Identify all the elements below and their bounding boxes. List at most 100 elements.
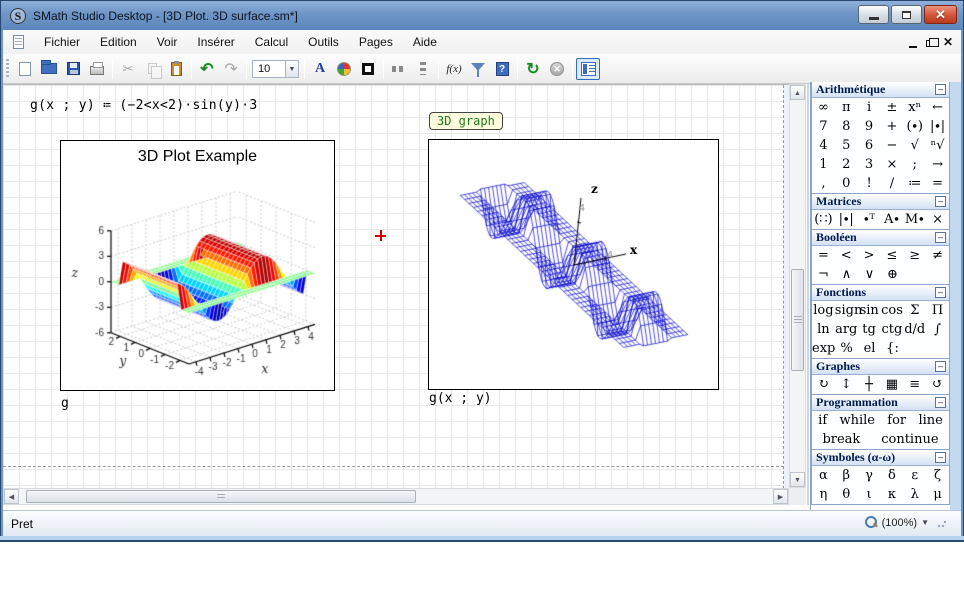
minimize-button[interactable] <box>858 5 889 24</box>
background-color-button[interactable] <box>332 58 356 80</box>
insert-function-button[interactable]: f(x) <box>442 58 466 80</box>
palette-symbol[interactable]: 7 <box>812 119 835 134</box>
palette-symbol[interactable]: / <box>880 176 903 191</box>
palette-symbol[interactable]: ∞ <box>812 100 835 115</box>
palette-symbol[interactable]: ; <box>903 157 926 172</box>
palette-symbol[interactable]: = <box>812 248 835 263</box>
reference-book-button[interactable]: ? <box>490 58 514 80</box>
palette-symbol[interactable]: {: <box>881 341 904 356</box>
plot2-caption[interactable]: g(x ; y) <box>429 391 492 406</box>
child-restore-icon[interactable] <box>926 40 934 47</box>
resize-grip[interactable] <box>937 518 947 528</box>
plot1-caption[interactable]: g <box>61 396 69 411</box>
restore-button[interactable] <box>891 5 922 24</box>
palette-symbol[interactable]: ← <box>926 100 949 115</box>
font-size-dropdown-icon[interactable]: ▼ <box>286 60 299 78</box>
collapse-panel-button[interactable] <box>935 361 946 372</box>
3d-graph-region[interactable]: zx44 <box>428 139 719 390</box>
palette-symbol[interactable]: sin <box>858 303 881 318</box>
palette-symbol[interactable]: 9 <box>858 119 881 134</box>
redo-button[interactable]: ↷ <box>219 58 243 80</box>
zoom-level[interactable]: (100%) <box>882 517 917 529</box>
zoom-dropdown-icon[interactable]: ▼ <box>921 518 929 527</box>
palette-symbol[interactable]: sign <box>835 303 858 318</box>
palette-symbol[interactable]: 1 <box>812 157 835 172</box>
palette-symbol[interactable]: λ <box>903 487 926 502</box>
palette-symbol[interactable]: √ <box>903 138 926 153</box>
horizontal-scroll-thumb[interactable] <box>26 490 416 503</box>
font-color-button[interactable]: A <box>308 58 332 80</box>
palette-symbol[interactable]: continue <box>877 432 942 447</box>
menu-insérer[interactable]: Insérer <box>187 32 244 52</box>
scroll-right-arrow[interactable]: ▶ <box>773 489 788 504</box>
close-button[interactable]: ✕ <box>924 5 957 24</box>
palette-symbol[interactable]: θ <box>835 487 858 502</box>
palette-symbol[interactable]: μ <box>926 487 949 502</box>
collapse-panel-button[interactable] <box>935 196 946 207</box>
palette-symbol[interactable]: ↺ <box>926 377 949 392</box>
palette-symbol[interactable]: γ <box>858 468 881 483</box>
undo-button[interactable]: ↶ <box>195 58 219 80</box>
palette-symbol[interactable]: → <box>926 157 949 172</box>
palette-symbol[interactable]: ∨ <box>858 267 881 282</box>
palette-symbol[interactable]: × <box>880 157 903 172</box>
palette-symbol[interactable]: δ <box>880 468 903 483</box>
scroll-up-arrow[interactable]: ▲ <box>790 85 805 100</box>
palette-symbol[interactable]: ζ <box>926 468 949 483</box>
paste-button[interactable] <box>164 58 188 80</box>
font-size-value[interactable]: 10 <box>252 60 286 78</box>
vertical-scrollbar[interactable]: ▲ ▼ <box>789 84 806 488</box>
palette-symbol[interactable]: , <box>812 176 835 191</box>
palette-symbol[interactable]: ∫ <box>926 322 949 337</box>
palette-symbol[interactable]: ≡ <box>903 377 926 392</box>
palette-symbol[interactable]: − <box>880 138 903 153</box>
print-button[interactable] <box>85 58 109 80</box>
palette-symbol[interactable]: % <box>835 341 858 356</box>
vertical-separator-button[interactable] <box>411 58 435 80</box>
palette-symbol[interactable]: ⨯ <box>926 212 949 227</box>
copy-button[interactable] <box>140 58 164 80</box>
menu-pages[interactable]: Pages <box>349 32 403 52</box>
palette-symbol[interactable]: ┼ <box>858 377 881 392</box>
palette-symbol[interactable]: + <box>880 119 903 134</box>
palette-symbol[interactable]: cos <box>881 303 904 318</box>
palette-symbol[interactable]: exp <box>812 341 835 356</box>
collapse-panel-button[interactable] <box>935 287 946 298</box>
menu-edition[interactable]: Edition <box>90 32 147 52</box>
collapse-panel-button[interactable] <box>935 84 946 95</box>
palette-symbol[interactable]: ≥ <box>903 248 926 263</box>
palette-symbol[interactable]: Π <box>926 303 949 318</box>
definition-formula[interactable]: g(x ; y) ≔ (−2<x<2)·sin(y)·3 <box>30 98 258 113</box>
palette-symbol[interactable]: α <box>812 468 835 483</box>
title-bar[interactable]: S SMath Studio Desktop - [3D Plot. 3D su… <box>0 0 964 30</box>
palette-symbol[interactable]: η <box>812 487 835 502</box>
palette-symbol[interactable]: (∷) <box>812 212 835 227</box>
palette-symbol[interactable]: > <box>858 248 881 263</box>
palette-symbol[interactable]: Σ <box>903 303 926 318</box>
menu-outils[interactable]: Outils <box>298 32 349 52</box>
collapse-panel-button[interactable] <box>935 232 946 243</box>
palette-symbol[interactable]: ≔ <box>903 176 926 191</box>
palette-symbol[interactable]: M∙ <box>903 212 926 227</box>
show-borders-button[interactable] <box>356 58 380 80</box>
palette-symbol[interactable]: 2 <box>835 157 858 172</box>
palette-symbol[interactable]: ι <box>858 487 881 502</box>
menu-fichier[interactable]: Fichier <box>34 32 90 52</box>
open-file-button[interactable] <box>37 58 61 80</box>
palette-symbol[interactable]: ctg <box>880 322 903 337</box>
palette-symbol[interactable]: ∧ <box>835 267 858 282</box>
horizontal-scrollbar[interactable]: ◀ ▶ <box>3 488 789 505</box>
collapse-panel-button[interactable] <box>935 452 946 463</box>
palette-symbol[interactable]: A∙ <box>880 212 903 227</box>
palette-symbol[interactable]: β <box>835 468 858 483</box>
menu-voir[interactable]: Voir <box>147 32 188 52</box>
palette-symbol[interactable]: < <box>835 248 858 263</box>
palette-symbol[interactable]: ∙ᵀ <box>858 212 881 227</box>
horizontal-separator-button[interactable] <box>387 58 411 80</box>
palette-symbol[interactable]: ≠ <box>926 248 949 263</box>
filter-button[interactable] <box>466 58 490 80</box>
palette-symbol[interactable]: for <box>883 413 910 428</box>
menu-aide[interactable]: Aide <box>403 32 447 52</box>
palette-symbol[interactable]: 4 <box>812 138 835 153</box>
palette-symbol[interactable]: 6 <box>858 138 881 153</box>
